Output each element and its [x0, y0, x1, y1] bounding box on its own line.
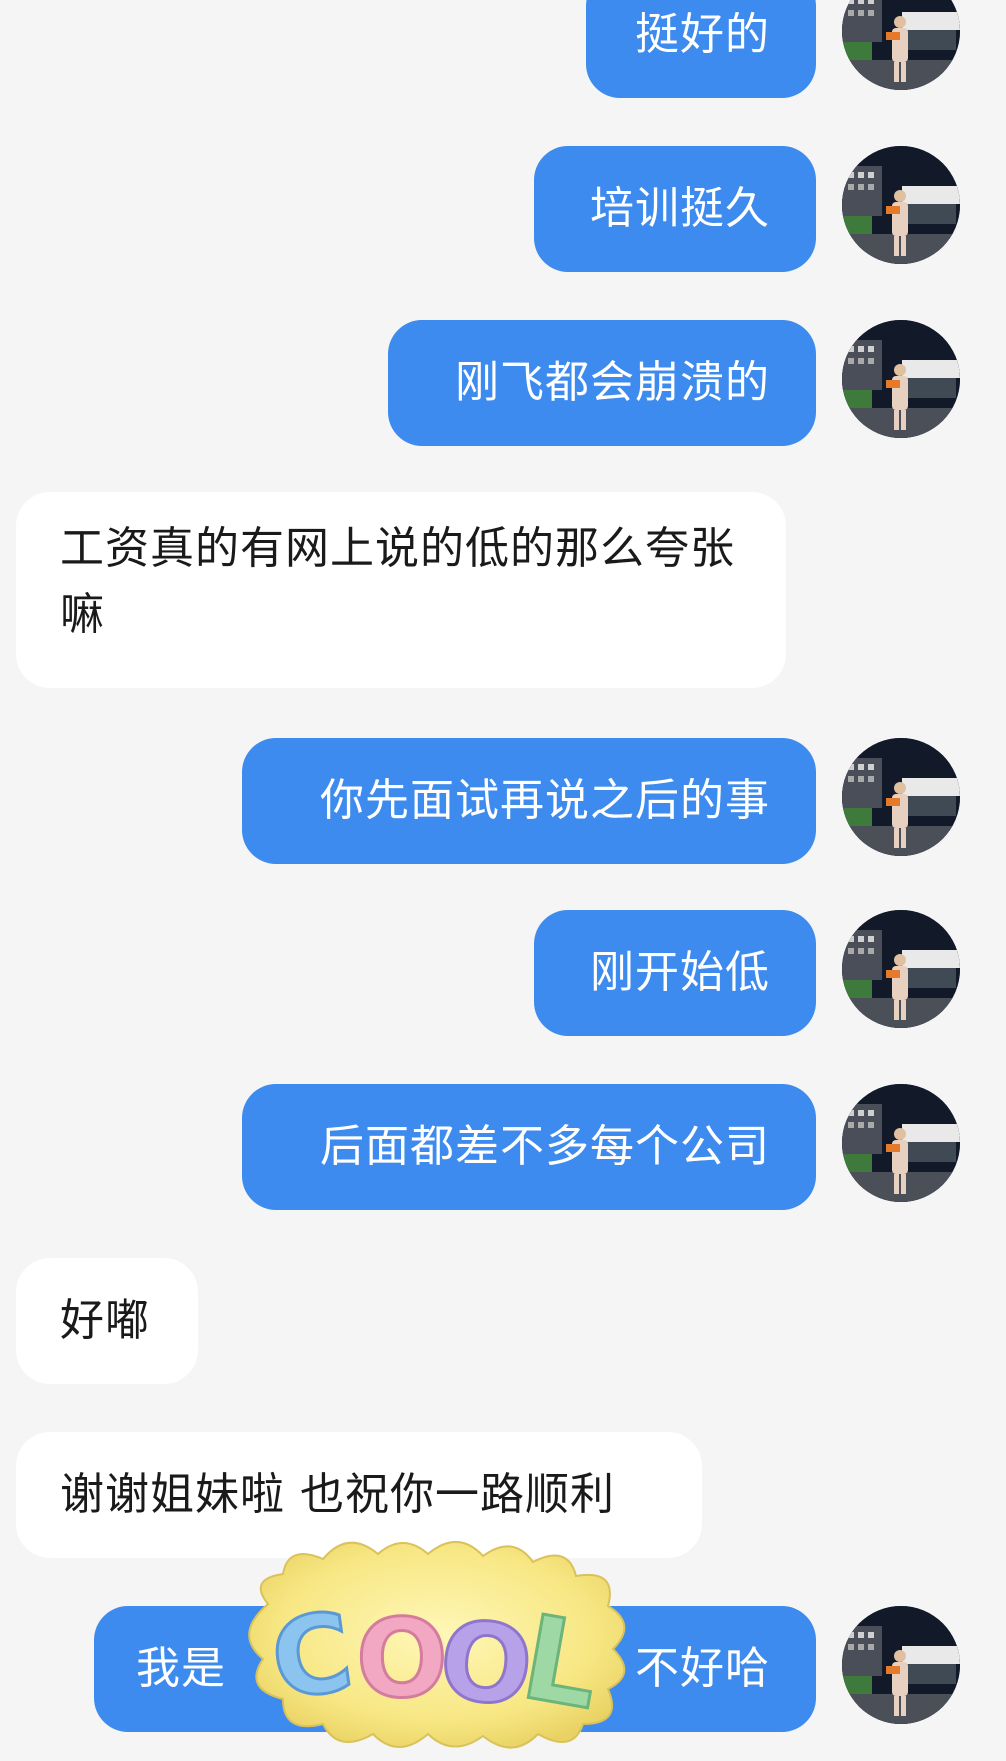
- message-text: 刚飞都会崩溃的: [455, 357, 770, 408]
- avatar[interactable]: [842, 1606, 960, 1724]
- chat-message-list[interactable]: 挺好的 培训挺久 刚飞都会崩溃的 工资真的有网上说的低的那么夸张嘛 你先面试再说…: [0, 0, 1006, 1761]
- message-text-tail: 不好哈: [635, 1643, 770, 1694]
- avatar[interactable]: [842, 1084, 960, 1202]
- message-text: 谢谢姐妹啦 也祝你一路顺利: [60, 1469, 615, 1520]
- message-bubble-incoming[interactable]: 工资真的有网上说的低的那么夸张嘛: [16, 492, 786, 688]
- message-bubble-outgoing[interactable]: 挺好的: [586, 0, 816, 98]
- message-text: 刚开始低: [590, 947, 770, 998]
- message-text: 我是: [136, 1643, 226, 1694]
- message-bubble-outgoing[interactable]: 培训挺久: [534, 146, 816, 272]
- message-text: 挺好的: [635, 9, 770, 60]
- avatar[interactable]: [842, 738, 960, 856]
- cool-sticker[interactable]: C O O L: [228, 1524, 648, 1760]
- avatar[interactable]: [842, 146, 960, 264]
- avatar[interactable]: [842, 910, 960, 1028]
- message-text: 后面都差不多每个公司: [320, 1121, 770, 1172]
- avatar[interactable]: [842, 0, 960, 90]
- message-bubble-outgoing[interactable]: 你先面试再说之后的事: [242, 738, 816, 864]
- message-text: 你先面试再说之后的事: [320, 775, 770, 826]
- message-text: 好嘟: [60, 1295, 150, 1346]
- avatar[interactable]: [842, 320, 960, 438]
- message-bubble-outgoing[interactable]: 刚飞都会崩溃的: [388, 320, 816, 446]
- message-text: 工资真的有网上说的低的那么夸张嘛: [60, 523, 735, 640]
- message-text: 培训挺久: [590, 183, 770, 234]
- message-bubble-outgoing[interactable]: 后面都差不多每个公司: [242, 1084, 816, 1210]
- message-bubble-outgoing[interactable]: 刚开始低: [534, 910, 816, 1036]
- svg-text:O: O: [356, 1597, 448, 1722]
- message-bubble-incoming[interactable]: 好嘟: [16, 1258, 198, 1384]
